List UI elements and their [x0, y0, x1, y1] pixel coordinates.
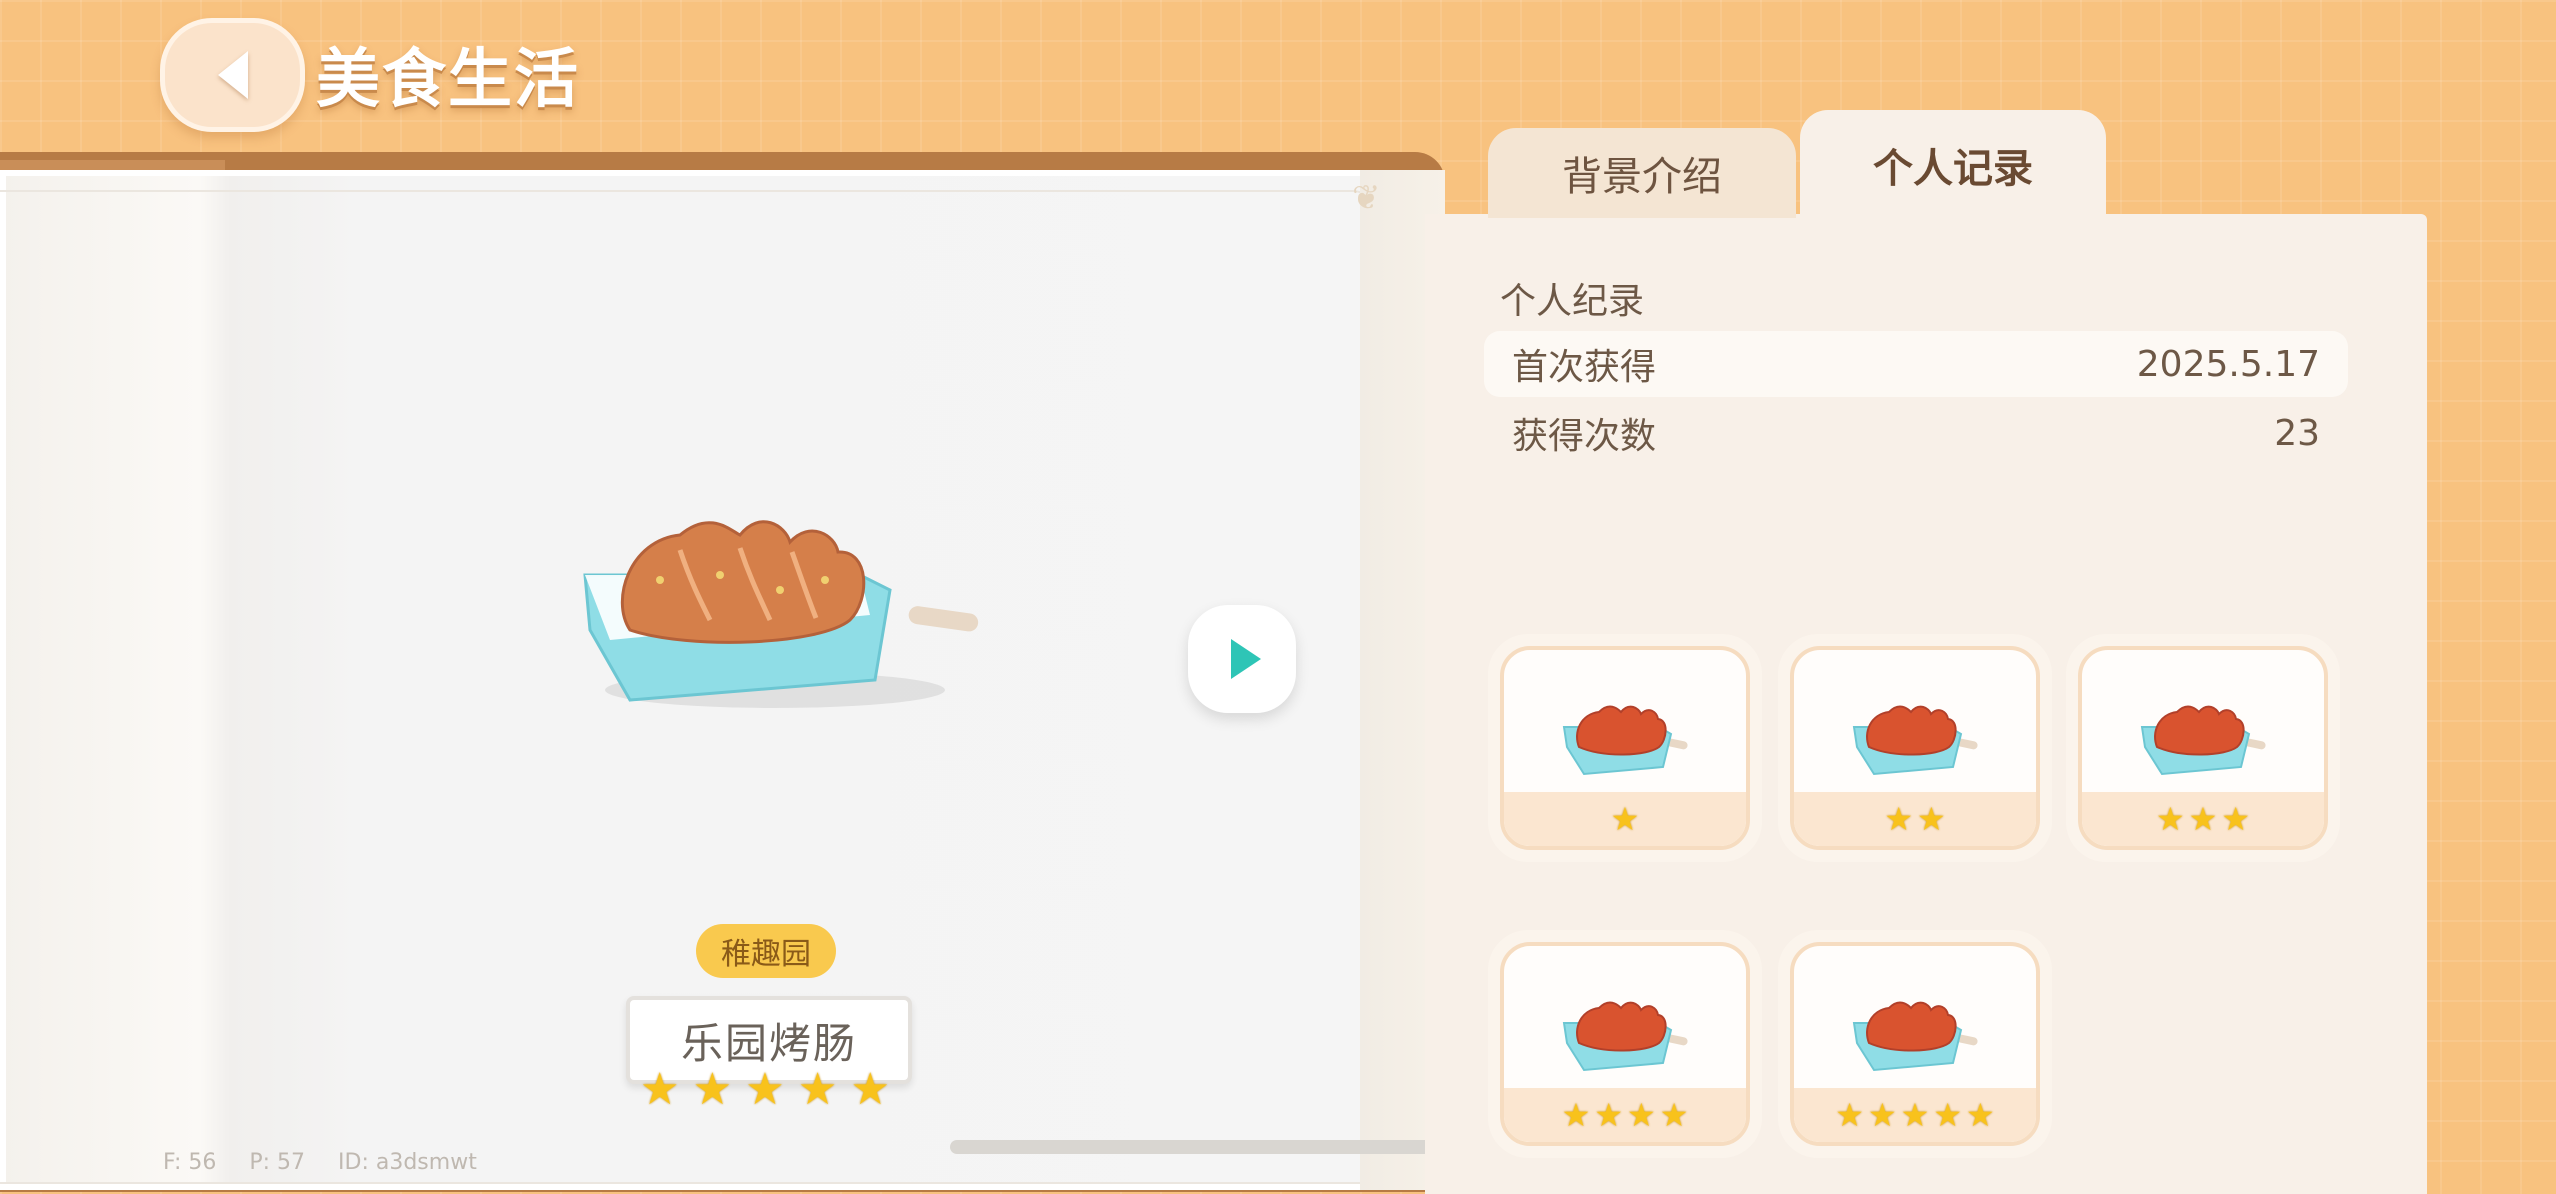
debug-info: F: 56 P: 57 ID: a3dsmwt [163, 1150, 503, 1175]
grilled-sausage-icon [2137, 692, 2267, 782]
grade-card[interactable]: ★ ★ ★ [2066, 634, 2340, 862]
grade-card-frame: ★ [1500, 646, 1750, 850]
star-icon: ★ [1867, 1096, 1897, 1134]
star-icon: ★ [1835, 1096, 1864, 1134]
debug-f: F: 56 [163, 1150, 217, 1175]
grade-card-frame: ★ ★ ★ ★ [1500, 942, 1750, 1146]
page-title: 美食生活 [316, 43, 580, 117]
grade-card[interactable]: ★ ★ ★ ★ ★ [1778, 930, 2052, 1158]
first-obtained-row: 首次获得 2025.5.17 [1484, 331, 2348, 397]
back-button[interactable] [160, 18, 305, 132]
star-icon: ★ [1594, 1096, 1623, 1134]
star-icon: ★ [1627, 1096, 1656, 1134]
grade-stars: ★ ★ ★ [2082, 792, 2324, 846]
star-icon: ★ [640, 1064, 680, 1115]
grade-stars: ★ ★ ★ ★ ★ [1794, 1088, 2036, 1142]
grade-card-frame: ★ ★ [1790, 646, 2040, 850]
tab-background[interactable]: 背景介绍 [1488, 128, 1796, 218]
grilled-sausage-icon [1849, 692, 1979, 782]
grade-stars: ★ ★ ★ ★ [1504, 1088, 1746, 1142]
star-icon: ★ [1659, 1096, 1689, 1134]
star-icon: ★ [1966, 1096, 1995, 1134]
first-obtained-value: 2025.5.17 [2136, 343, 2320, 385]
star-icon: ★ [692, 1064, 733, 1115]
play-icon [1231, 639, 1261, 679]
grilled-sausage-icon [1849, 988, 1979, 1078]
star-icon: ★ [850, 1064, 890, 1115]
grilled-sausage-icon [1559, 692, 1689, 782]
section-title: 个人纪录 [1500, 281, 1645, 322]
food-rating: ★ ★ ★ ★ ★ [640, 1068, 890, 1112]
star-icon: ★ [2188, 800, 2218, 838]
tab-personal-record[interactable]: 个人记录 [1800, 110, 2106, 220]
star-icon: ★ [1610, 800, 1640, 838]
debug-p: P: 57 [249, 1150, 306, 1175]
count-value: 23 [2274, 412, 2320, 454]
star-icon: ★ [1884, 800, 1913, 838]
grilled-sausage-icon [583, 520, 979, 708]
grade-card-frame: ★ ★ ★ ★ ★ [1790, 942, 2040, 1146]
debug-id: ID: a3dsmwt [338, 1150, 477, 1175]
grade-card[interactable]: ★ ★ [1778, 634, 2052, 862]
grade-stars: ★ [1504, 792, 1746, 846]
star-icon: ★ [2221, 800, 2251, 838]
star-icon: ★ [2155, 800, 2185, 838]
count-row: 获得次数 23 [1484, 400, 2348, 466]
grade-card[interactable]: ★ ★ ★ ★ [1488, 930, 1762, 1158]
chevron-left-icon [217, 51, 248, 99]
star-icon: ★ [797, 1064, 838, 1115]
grade-card-frame: ★ ★ ★ [2078, 646, 2328, 850]
star-icon: ★ [1917, 800, 1946, 838]
count-label: 获得次数 [1512, 416, 1657, 457]
leaf-corner-icon: ❦ [1352, 178, 1381, 218]
first-obtained-label: 首次获得 [1512, 347, 1657, 388]
grade-card[interactable]: ★ [1488, 634, 1762, 862]
region-badge: 稚趣园 [696, 924, 836, 978]
play-animation-button[interactable] [1188, 605, 1296, 713]
star-icon: ★ [1933, 1096, 1963, 1134]
grilled-sausage-icon [1559, 988, 1689, 1078]
star-icon: ★ [1900, 1096, 1930, 1134]
grade-stars: ★ ★ [1794, 792, 2036, 846]
star-icon: ★ [1561, 1096, 1591, 1134]
star-icon: ★ [745, 1064, 785, 1115]
